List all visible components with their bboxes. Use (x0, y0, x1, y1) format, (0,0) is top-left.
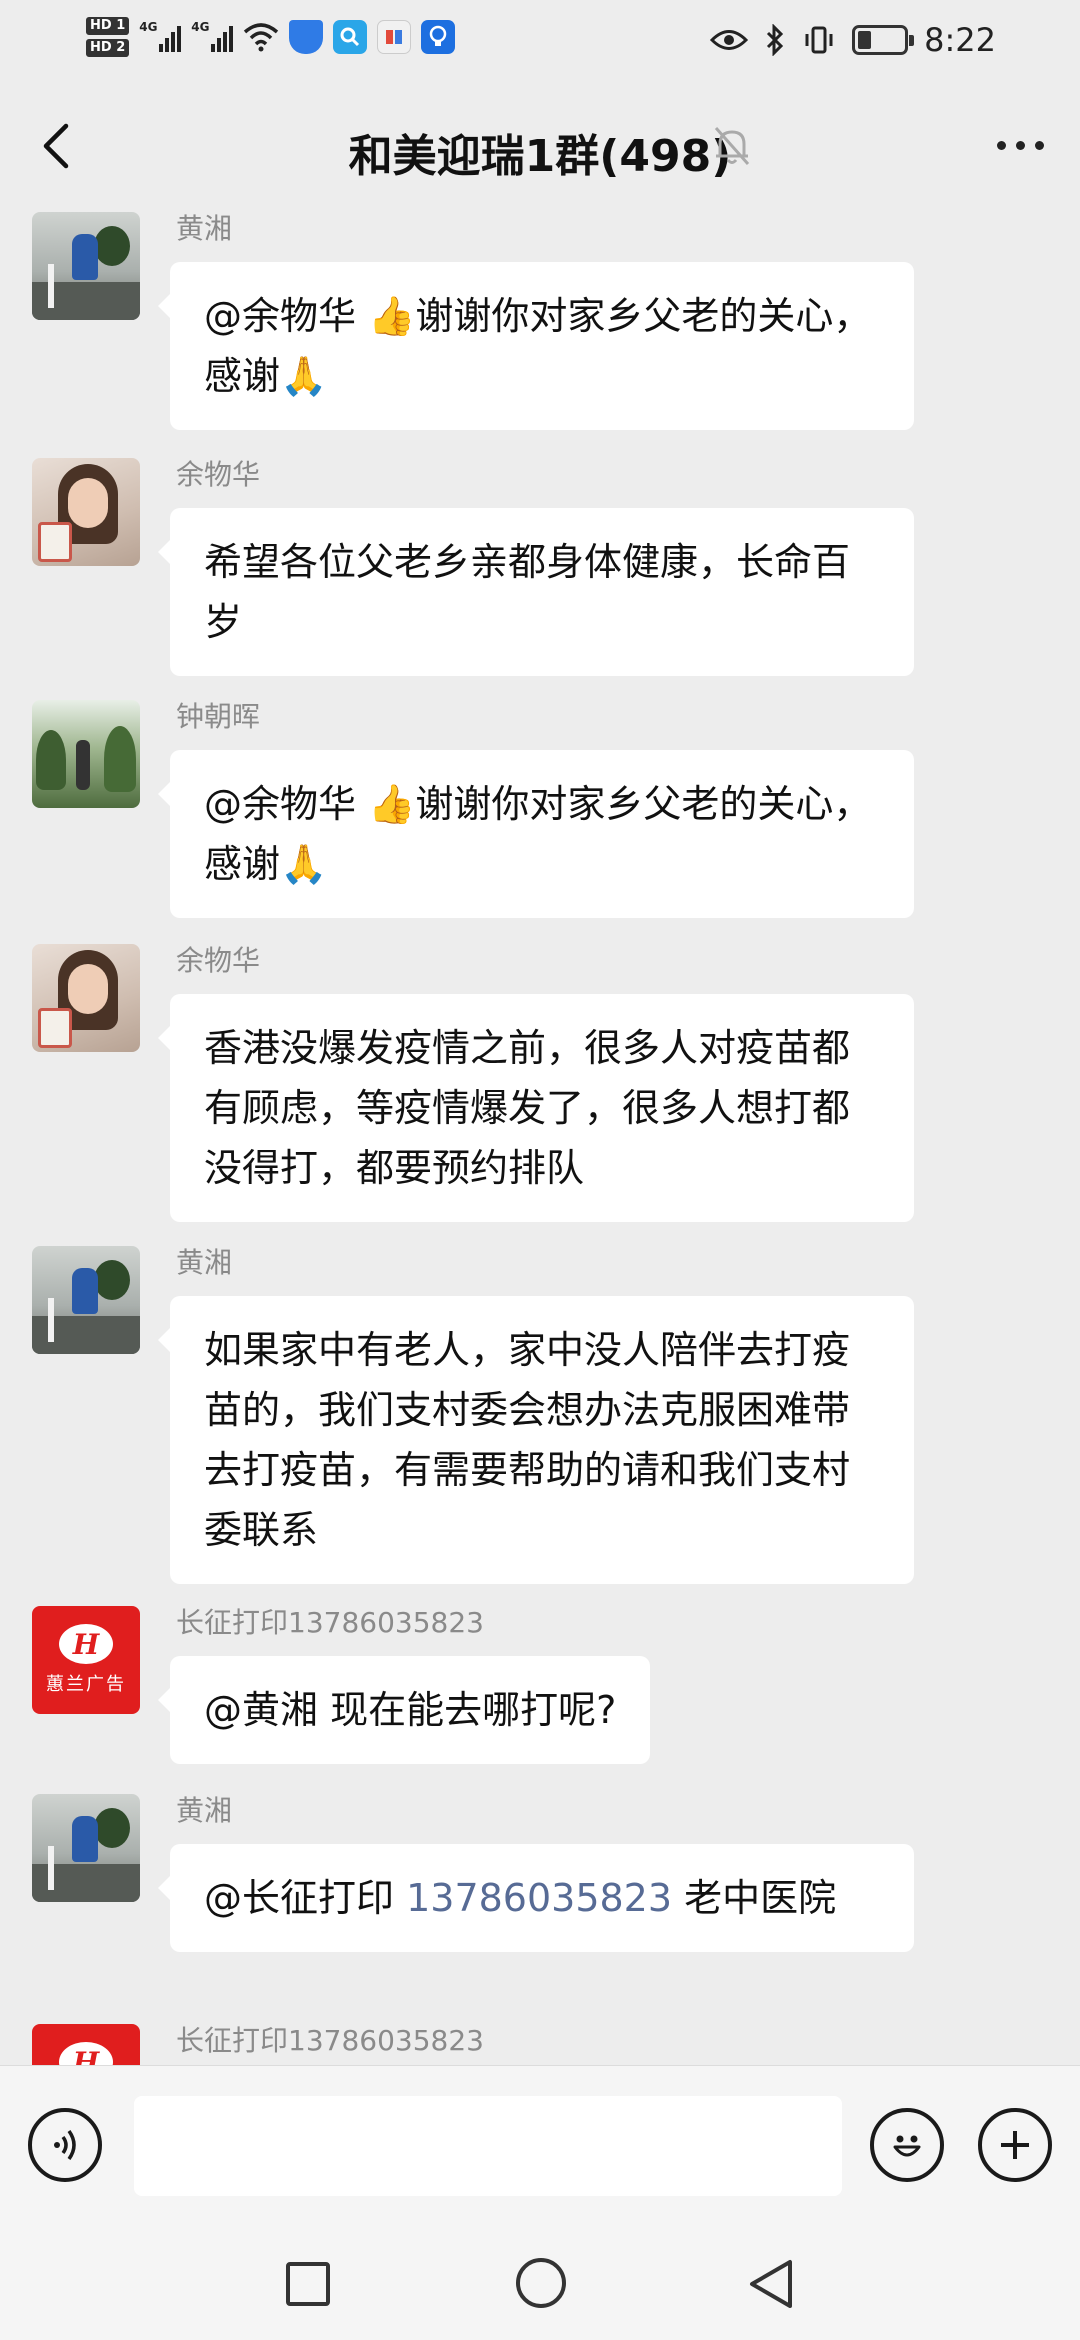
sender-name: 黄湘 (176, 212, 233, 245)
avatar[interactable] (32, 944, 140, 1052)
nav-back-icon[interactable] (744, 2256, 798, 2312)
avatar[interactable] (32, 700, 140, 808)
dot-icon (996, 140, 1006, 150)
page-title: 和美迎瑞1群(498) (348, 131, 732, 182)
system-nav-bar (0, 2230, 1080, 2340)
network-type-label-2: 4G (191, 20, 210, 34)
search-app-icon (333, 20, 368, 54)
avatar[interactable] (32, 1246, 140, 1354)
sender-name: 黄湘 (176, 1794, 233, 1827)
signal-icon: 4G (139, 20, 182, 52)
message-bubble[interactable]: 香港没爆发疫情之前，很多人对疫苗都有顾虑，等疫情爆发了，很多人想打都没得打，都要… (158, 994, 914, 1222)
avatar[interactable]: H 蕙兰广告 (32, 1606, 140, 1714)
sender-name: 黄湘 (176, 1246, 233, 1279)
vibrate-icon (805, 26, 833, 54)
voice-icon (54, 2129, 76, 2161)
dot-icon (1034, 140, 1044, 150)
sender-name: 钟朝晖 (176, 700, 261, 733)
message-bubble[interactable]: 希望各位父老乡亲都身体健康，长命百岁 (158, 508, 914, 676)
message-bubble[interactable]: @长征打印 13786035823 老中医院 (158, 1844, 914, 1952)
sender-name: 长征打印13786035823 (176, 1606, 484, 1639)
plus-icon (1001, 2131, 1029, 2159)
logo-brand-text: 蕙兰广告 (46, 1674, 126, 1695)
lightbulb-app-icon (421, 20, 456, 54)
avatar[interactable] (32, 1794, 140, 1902)
dot-icon (1015, 140, 1025, 150)
mute-bell-icon (714, 127, 750, 165)
voice-input-button[interactable] (28, 2108, 102, 2182)
more-options-button[interactable] (990, 120, 1050, 170)
hd1-badge: HD 1 (86, 17, 130, 35)
sender-name: 长征打印13786035823 (176, 2024, 484, 2057)
message-bubble[interactable]: @黄湘 现在能去哪打呢? (157, 1656, 651, 1764)
mention-text: @长征打印 (204, 1876, 407, 1920)
calendar-app-icon (377, 20, 412, 54)
more-actions-button[interactable] (978, 2108, 1052, 2182)
message-bubble[interactable]: @余物华 👍谢谢你对家乡父老的关心，感谢🙏 (158, 262, 914, 430)
hd2-badge: HD 2 (86, 39, 130, 57)
logo-mark: H (59, 1624, 113, 1664)
message-list[interactable]: 黄湘 @余物华 👍谢谢你对家乡父老的关心，感谢🙏 余物华 希望各位父老乡亲都身体… (0, 210, 1080, 2065)
status-right: 8:22 (710, 12, 996, 68)
network-type-label: 4G (139, 20, 158, 34)
sender-name: 余物华 (176, 944, 261, 977)
message-input[interactable] (134, 2096, 842, 2196)
message-bubble[interactable]: 如果家中有老人，家中没人陪伴去打疫苗的，我们支村委会想办法克服困难带去打疫苗，有… (158, 1296, 914, 1584)
recents-button[interactable] (286, 2262, 330, 2306)
bluetooth-icon (767, 24, 784, 56)
avatar[interactable]: H 蕙兰广告 (32, 2024, 140, 2065)
phone-number-link[interactable]: 13786035823 (406, 1876, 672, 1920)
hd-indicators: HD 1 HD 2 (86, 17, 130, 57)
clock: 8:22 (924, 21, 996, 59)
message-bubble[interactable]: @余物华 👍谢谢你对家乡父老的关心，感谢🙏 (158, 750, 914, 918)
battery-icon (852, 25, 915, 55)
home-button[interactable] (516, 2258, 566, 2308)
chat-header: 和美迎瑞1群(498) (0, 80, 1080, 210)
avatar[interactable] (32, 212, 140, 320)
sender-name: 余物华 (176, 458, 261, 491)
wifi-icon (244, 23, 279, 52)
status-left: HD 1 HD 2 4G 4G (86, 12, 456, 62)
input-bar (0, 2065, 1080, 2230)
message-text: 老中医院 (672, 1876, 837, 1920)
logo-mark: H (59, 2042, 113, 2065)
signal-icon-2: 4G (191, 20, 234, 52)
emoji-button[interactable] (870, 2108, 944, 2182)
eye-icon (710, 30, 749, 50)
smiley-icon (893, 2135, 921, 2157)
shield-icon (289, 20, 324, 54)
status-bar: HD 1 HD 2 4G 4G 8:22 (0, 0, 1080, 80)
avatar[interactable] (32, 458, 140, 566)
